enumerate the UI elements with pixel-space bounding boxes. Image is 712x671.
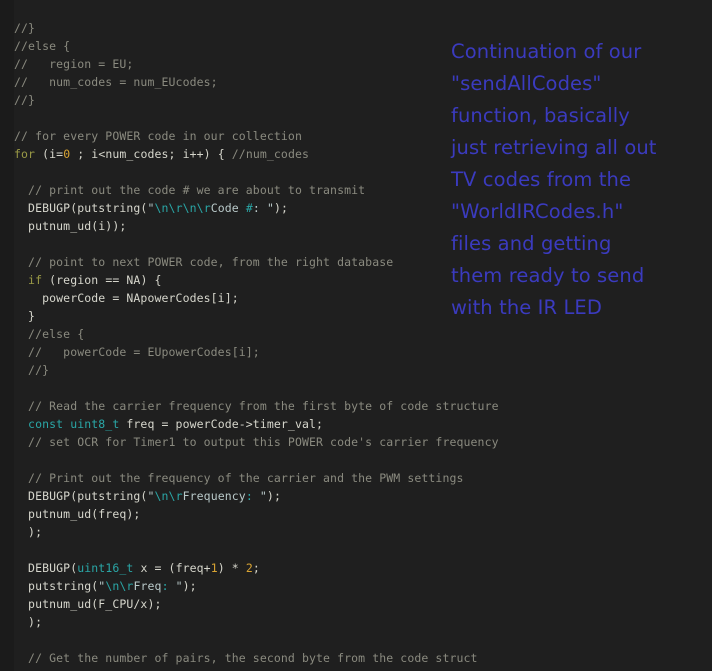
code-line: ); (14, 614, 43, 629)
code-line: // powerCode = EUpowerCodes[i]; (14, 344, 260, 359)
code-line: const uint8_t freq = powerCode->timer_va… (14, 416, 324, 431)
annotation-line: "sendAllCodes" (451, 72, 602, 95)
code-line: putnum_ud(freq); (14, 506, 141, 521)
code-line: putnum_ud(F_CPU/x); (14, 596, 162, 611)
code-line: ); (14, 524, 43, 539)
annotation-line: them ready to send (451, 264, 645, 287)
editor-gutter (0, 0, 14, 671)
code-line: //} (14, 20, 36, 35)
code-line: DEBUGP(uint16_t x = (freq+1) * 2; (14, 560, 260, 575)
code-line: // Print out the frequency of the carrie… (14, 470, 464, 485)
code-line: // Get the number of pairs, the second b… (14, 650, 478, 665)
code-line: // Read the carrier frequency from the f… (14, 398, 499, 413)
code-line: // set OCR for Timer1 to output this POW… (14, 434, 499, 449)
annotation-line: with the IR LED (451, 296, 602, 319)
annotation-line: files and getting (451, 232, 612, 255)
code-line: putstring("\n\rFreq: "); (14, 578, 197, 593)
annotation-line: function, basically (451, 104, 630, 127)
code-line: //else { (14, 326, 85, 341)
annotation-line: Continuation of our (451, 40, 642, 63)
annotation-line: just retrieving all out (451, 136, 657, 159)
code-line: //} (14, 362, 50, 377)
code-line: DEBUGP(putstring("\n\rFrequency: "); (14, 488, 281, 503)
annotation-line: "WorldIRCodes.h" (451, 200, 624, 223)
code-line: const uint8_t numpairs = powerCode->nump… (14, 667, 712, 671)
annotation-line: TV codes from the (451, 168, 632, 191)
code-editor-screenshot: //}//else {// region = EU;// num_codes =… (0, 0, 712, 671)
annotation-overlay: Continuation of our "sendAllCodes" functio… (451, 36, 701, 324)
